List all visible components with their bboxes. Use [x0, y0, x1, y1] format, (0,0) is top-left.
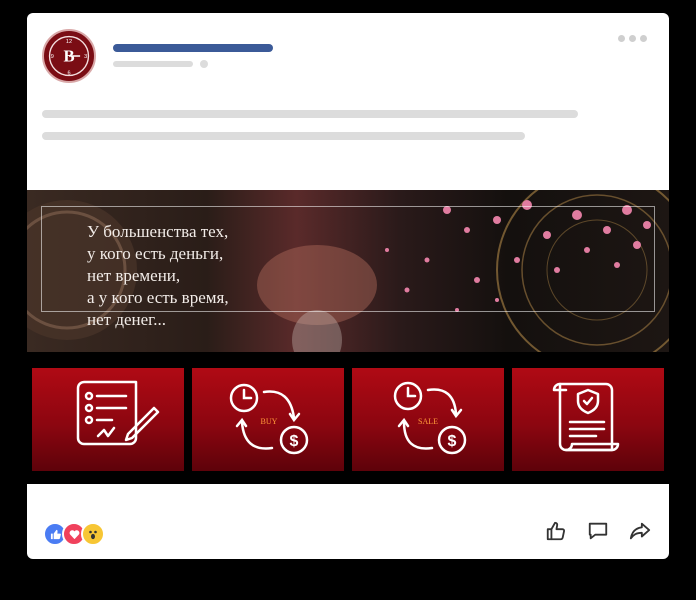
svg-text:$: $	[290, 433, 299, 450]
clock-logo-icon: 12 3 6 9 B	[48, 35, 90, 77]
post-text-placeholder-1	[42, 110, 578, 118]
reaction-summary[interactable]	[43, 522, 105, 546]
tile-contract[interactable]	[32, 368, 184, 471]
banner-quote: У большенства тех, у кого есть деньги, н…	[87, 222, 229, 329]
social-post-card: 12 3 6 9 B У большенства тех, у кого ест…	[27, 13, 669, 559]
tile-sale-time[interactable]: $ SALE	[352, 368, 504, 471]
more-dot-icon	[640, 35, 647, 42]
clock-number-3: 3	[84, 54, 87, 60]
comment-action-icon[interactable]	[587, 520, 609, 542]
post-actions	[545, 520, 651, 542]
author-name-placeholder[interactable]	[113, 44, 273, 52]
more-options-button[interactable]	[618, 35, 647, 42]
svg-text:$: $	[448, 433, 457, 450]
wow-icon	[81, 522, 105, 546]
time-exchange-icon: $ SALE	[393, 381, 467, 455]
privacy-dot	[200, 60, 208, 68]
like-action-icon[interactable]	[545, 520, 567, 542]
clock-number-12: 12	[66, 39, 72, 45]
clock-number-6: 6	[67, 71, 70, 77]
more-dot-icon	[629, 35, 636, 42]
tile-buy-label: BUY	[261, 417, 278, 426]
tile-buy-time[interactable]: $ BUY	[192, 368, 344, 471]
post-banner-image[interactable]: У большенства тех, у кого есть деньги, н…	[27, 190, 669, 352]
clock-number-9: 9	[51, 54, 54, 60]
time-exchange-icon: $ BUY	[229, 383, 309, 455]
contract-signing-icon	[76, 380, 160, 446]
more-dot-icon	[618, 35, 625, 42]
service-tiles: $ BUY $ SALE	[27, 352, 669, 484]
tile-protected-document[interactable]	[512, 368, 664, 471]
protected-document-icon	[552, 382, 620, 452]
tile-sale-label: SALE	[418, 417, 438, 426]
avatar[interactable]: 12 3 6 9 B	[42, 29, 96, 83]
post-time-placeholder	[113, 61, 193, 67]
post-text-placeholder-2	[42, 132, 525, 140]
share-action-icon[interactable]	[629, 520, 651, 542]
